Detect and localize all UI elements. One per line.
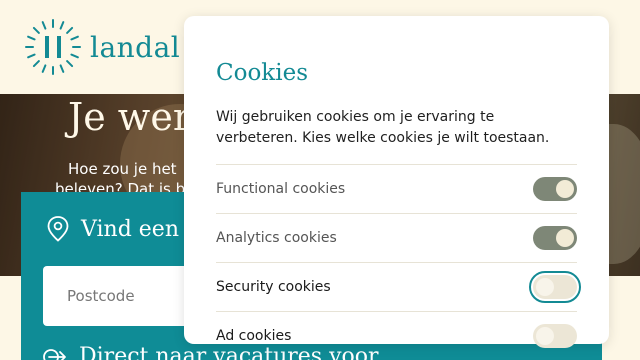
cookie-options-list: Functional cookies Analytics cookies Sec… [216, 164, 581, 360]
functional-cookies-toggle[interactable] [533, 177, 577, 201]
cookie-dialog-title: Cookies [216, 60, 308, 86]
toggle-knob [556, 180, 574, 198]
cookie-option-label: Security cookies [216, 279, 331, 295]
security-cookies-toggle[interactable] [529, 271, 581, 303]
hero-subtitle: Hoe zou je het [68, 160, 177, 178]
cookie-option-ad: Ad cookies [216, 311, 577, 360]
cookie-option-functional: Functional cookies [216, 164, 577, 213]
cookie-option-label: Analytics cookies [216, 230, 337, 246]
cookie-option-analytics: Analytics cookies [216, 213, 577, 262]
search-title: Vind een p [81, 216, 201, 242]
hero-title: Je wer [68, 95, 191, 139]
cookie-option-label: Functional cookies [216, 181, 346, 197]
search-heading: Vind een p [47, 216, 200, 242]
landal-logo-icon [25, 19, 81, 75]
map-pin-icon [47, 216, 69, 242]
toggle-knob [536, 327, 554, 345]
cookie-option-security: Security cookies [216, 262, 581, 311]
cookie-consent-dialog: Cookies Wij gebruiken cookies om je erva… [184, 16, 609, 348]
ad-cookies-toggle[interactable] [533, 324, 577, 348]
arrow-right-icon [43, 348, 66, 360]
cookie-option-label: Ad cookies [216, 328, 292, 344]
landal-logo[interactable]: landal [24, 18, 180, 76]
cookie-dialog-description: Wij gebruiken cookies om je ervaring te … [216, 109, 550, 146]
logo-text: landal [90, 30, 181, 64]
analytics-cookies-toggle[interactable] [533, 226, 577, 250]
toggle-knob [536, 278, 554, 296]
toggle-knob [556, 229, 574, 247]
